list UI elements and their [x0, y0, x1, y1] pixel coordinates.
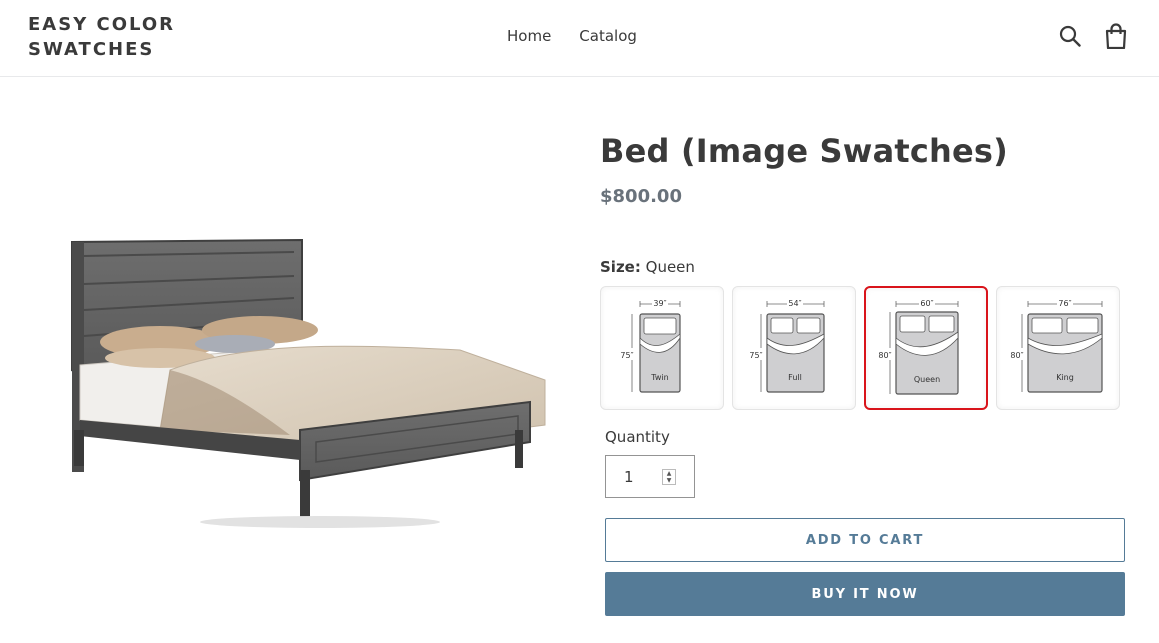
- nav-catalog[interactable]: Catalog: [578, 27, 638, 45]
- cart-icon[interactable]: [1103, 22, 1129, 50]
- swatch-full[interactable]: 54″ 75″ Full: [732, 286, 856, 410]
- quantity-value[interactable]: 1: [624, 468, 634, 486]
- king-length-label: 80″: [1010, 351, 1023, 360]
- product-price: $800.00: [600, 186, 682, 207]
- swatch-twin[interactable]: 39″ 75″ Twin: [600, 286, 724, 410]
- search-icon[interactable]: [1057, 22, 1083, 50]
- product-image[interactable]: [60, 230, 560, 530]
- size-option-name: Size:: [600, 258, 641, 276]
- queen-length-label: 80″: [878, 351, 891, 360]
- buy-it-now-button[interactable]: BUY IT NOW: [605, 572, 1125, 616]
- queen-size-diagram: 60″ 80″ Queen: [878, 298, 959, 395]
- decrement-icon[interactable]: ▼: [667, 477, 672, 484]
- full-size-diagram: 54″ 75″ Full: [749, 298, 825, 393]
- swatch-queen[interactable]: 60″ 80″ Queen: [864, 286, 988, 410]
- full-width-label: 54″: [788, 299, 801, 308]
- twin-name-label: Twin: [650, 373, 668, 382]
- quantity-stepper[interactable]: 1 ▲ ▼: [605, 455, 695, 498]
- size-swatches: 39″ 75″ Twin 54″ 75″ Full 60″ 80″ Queen …: [600, 286, 1120, 410]
- size-option-label: Size: Queen: [600, 258, 695, 276]
- store-logo[interactable]: EASY COLOR SWATCHES: [28, 12, 175, 62]
- quantity-spinner[interactable]: ▲ ▼: [662, 469, 676, 485]
- twin-width-label: 39″: [653, 299, 666, 308]
- king-width-label: 76″: [1058, 299, 1071, 308]
- king-size-diagram: 76″ 80″ King: [1010, 298, 1103, 393]
- twin-length-label: 75″: [620, 351, 633, 360]
- header-icons: [1057, 22, 1129, 50]
- site-header: EASY COLOR SWATCHES Home Catalog: [0, 0, 1159, 77]
- logo-line-2: SWATCHES: [28, 39, 155, 60]
- quantity-label: Quantity: [605, 428, 670, 446]
- increment-icon[interactable]: ▲: [667, 470, 672, 477]
- nav-home[interactable]: Home: [506, 27, 552, 45]
- queen-name-label: Queen: [914, 375, 940, 384]
- product-title: Bed (Image Swatches): [600, 132, 1008, 170]
- queen-width-label: 60″: [920, 299, 933, 308]
- full-name-label: Full: [788, 373, 802, 382]
- full-length-label: 75″: [749, 351, 762, 360]
- swatch-king[interactable]: 76″ 80″ King: [996, 286, 1120, 410]
- logo-line-1: EASY COLOR: [28, 14, 175, 35]
- add-to-cart-button[interactable]: ADD TO CART: [605, 518, 1125, 562]
- twin-size-diagram: 39″ 75″ Twin: [620, 298, 681, 393]
- main-nav: Home Catalog: [506, 27, 638, 45]
- king-name-label: King: [1056, 373, 1074, 382]
- size-option-value: Queen: [645, 258, 695, 276]
